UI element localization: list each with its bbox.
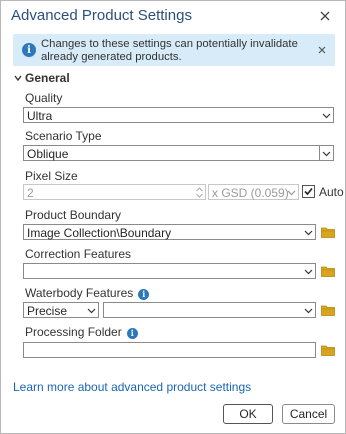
auto-label: Auto bbox=[319, 185, 344, 199]
spinner-icon bbox=[196, 187, 203, 198]
scenario-type-value: Oblique bbox=[27, 147, 69, 161]
waterbody-features-label-group: Waterbody Features i bbox=[25, 286, 150, 300]
title-bar: Advanced Product Settings bbox=[1, 1, 345, 31]
info-icon[interactable]: i bbox=[138, 288, 150, 300]
browse-folder-icon[interactable] bbox=[321, 227, 335, 238]
chevron-down-icon bbox=[14, 75, 22, 82]
close-button[interactable] bbox=[313, 4, 337, 28]
advanced-product-settings-dialog: Advanced Product Settings i Changes to t… bbox=[0, 0, 346, 434]
pixel-size-unit: x GSD (0.059) bbox=[212, 186, 289, 200]
chevron-down-icon bbox=[304, 308, 313, 314]
info-banner: i Changes to these settings can potentia… bbox=[13, 34, 335, 66]
chevron-down-icon bbox=[287, 190, 296, 196]
banner-dismiss-button[interactable] bbox=[315, 43, 329, 57]
waterbody-mode-value: Precise bbox=[27, 304, 68, 318]
pixel-size-input[interactable]: 2 bbox=[23, 184, 206, 200]
browse-folder-icon[interactable] bbox=[321, 305, 335, 316]
pixel-size-label: Pixel Size bbox=[25, 169, 78, 183]
dropdown-button[interactable] bbox=[319, 146, 333, 160]
group-general[interactable]: General bbox=[13, 70, 70, 86]
chevron-down-icon bbox=[87, 308, 96, 314]
browse-folder-icon[interactable] bbox=[321, 345, 335, 356]
info-icon[interactable]: i bbox=[126, 327, 138, 339]
checkmark-icon bbox=[304, 187, 313, 196]
scenario-type-label: Scenario Type bbox=[25, 129, 102, 143]
chevron-down-icon bbox=[322, 151, 331, 157]
waterbody-features-label: Waterbody Features bbox=[25, 286, 134, 300]
learn-more-link[interactable]: Learn more about advanced product settin… bbox=[13, 380, 251, 394]
chevron-down-icon bbox=[304, 230, 313, 236]
processing-folder-label: Processing Folder bbox=[25, 325, 122, 339]
scenario-type-dropdown[interactable]: Oblique bbox=[23, 145, 334, 161]
quality-label: Quality bbox=[25, 91, 63, 105]
product-boundary-label: Product Boundary bbox=[25, 208, 122, 222]
group-label: General bbox=[25, 71, 70, 85]
quality-value: Ultra bbox=[27, 109, 53, 123]
processing-folder-label-group: Processing Folder i bbox=[25, 325, 138, 339]
close-icon bbox=[320, 11, 330, 21]
close-icon bbox=[318, 46, 326, 54]
waterbody-features-dropdown[interactable] bbox=[103, 302, 316, 318]
product-boundary-dropdown[interactable]: Image Collection\Boundary bbox=[23, 224, 316, 240]
auto-checkbox[interactable] bbox=[302, 185, 315, 198]
correction-features-label: Correction Features bbox=[25, 247, 132, 261]
product-boundary-value: Image Collection\Boundary bbox=[27, 226, 172, 240]
correction-features-dropdown[interactable] bbox=[23, 263, 316, 279]
ok-button[interactable]: OK bbox=[223, 404, 273, 424]
dialog-title: Advanced Product Settings bbox=[11, 7, 192, 24]
quality-dropdown[interactable]: Ultra bbox=[23, 107, 334, 123]
banner-message: Changes to these settings can potentiall… bbox=[41, 38, 298, 63]
chevron-down-icon bbox=[322, 113, 331, 119]
pixel-size-unit-dropdown[interactable]: x GSD (0.059) bbox=[208, 184, 299, 200]
chevron-down-icon bbox=[304, 269, 313, 275]
processing-folder-input[interactable] bbox=[23, 342, 316, 358]
waterbody-mode-dropdown[interactable]: Precise bbox=[23, 302, 99, 318]
browse-folder-icon[interactable] bbox=[321, 266, 335, 277]
cancel-button[interactable]: Cancel bbox=[282, 404, 335, 424]
info-icon: i bbox=[22, 43, 36, 57]
pixel-size-value: 2 bbox=[27, 186, 34, 200]
